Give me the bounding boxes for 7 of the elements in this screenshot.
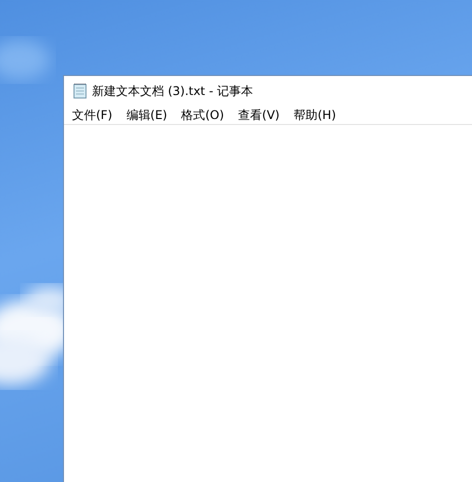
menu-item[interactable]: 查看(V) [232, 106, 286, 124]
menu-item[interactable]: 编辑(E) [120, 106, 174, 124]
window-title: 新建文本文档 (3).txt - 记事本 [92, 82, 254, 100]
menu-item[interactable]: 格式(O) [175, 106, 230, 124]
menu-item[interactable]: 帮助(H) [288, 106, 342, 124]
notepad-icon [72, 82, 88, 98]
menu-item[interactable]: 文件(F) [66, 106, 118, 124]
